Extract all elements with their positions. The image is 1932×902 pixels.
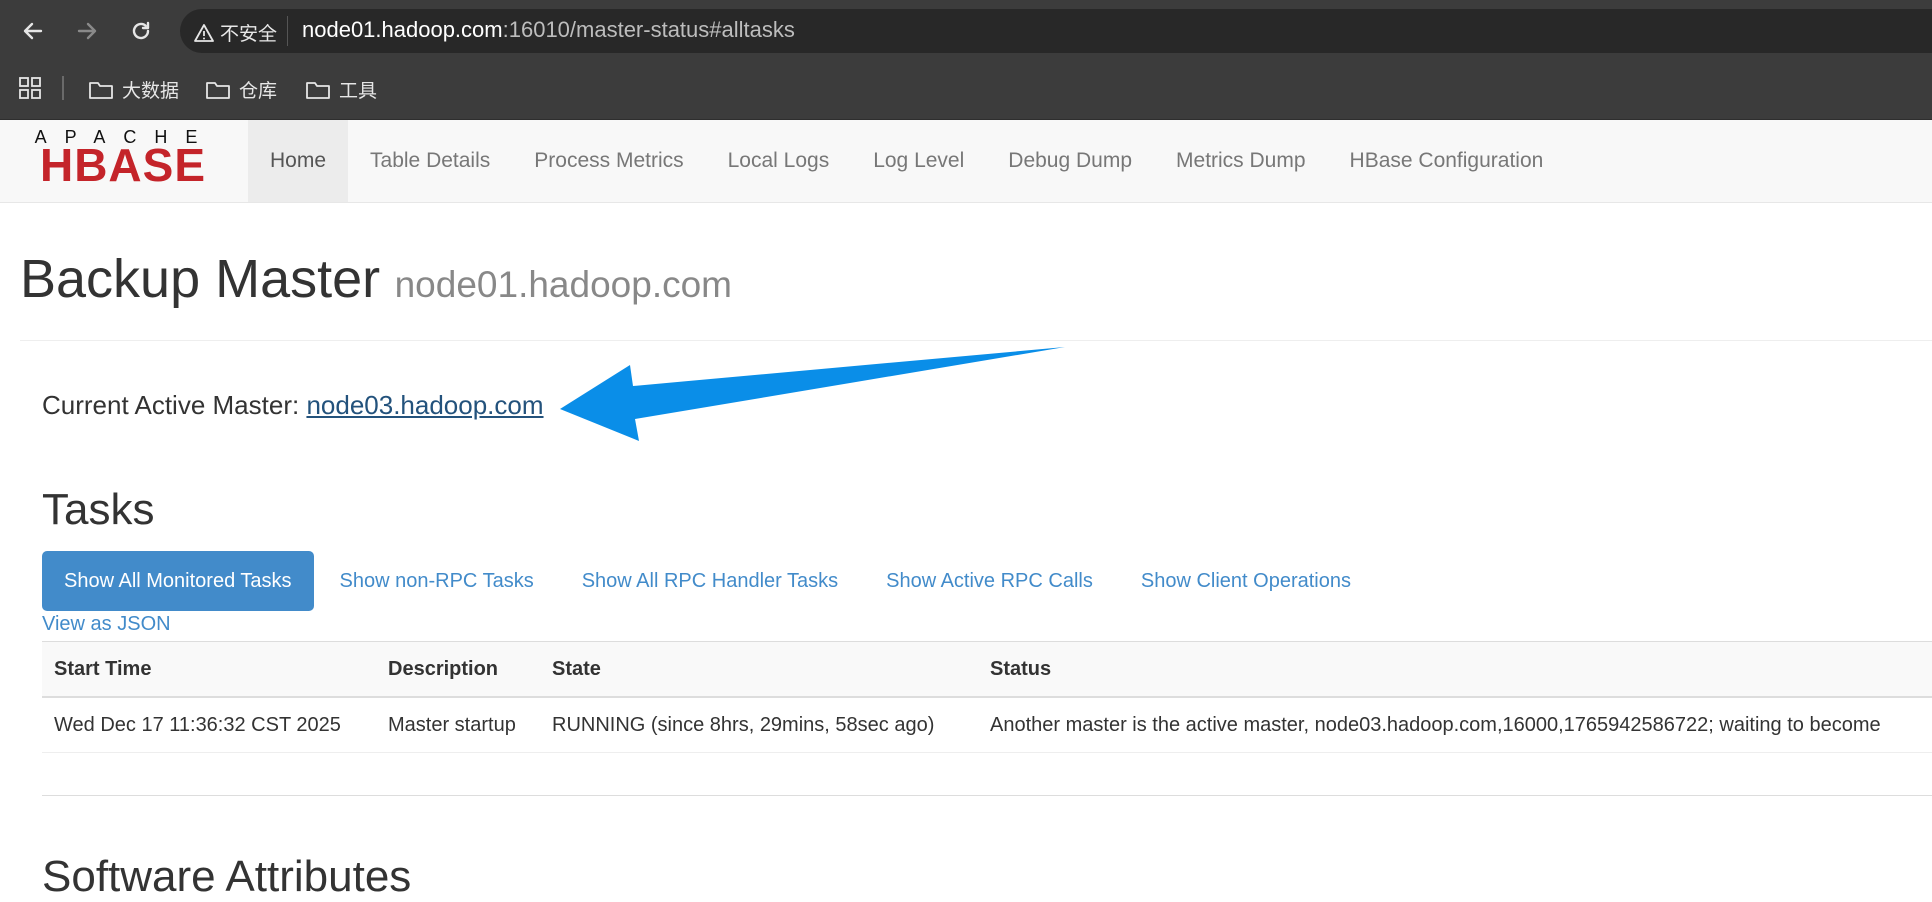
software-attributes-heading: Software Attributes (42, 852, 412, 901)
folder-icon (206, 81, 230, 99)
nav-process-metrics[interactable]: Process Metrics (512, 120, 705, 202)
tab-non-rpc-tasks[interactable]: Show non-RPC Tasks (314, 570, 558, 593)
nav-table-details[interactable]: Table Details (348, 120, 512, 202)
annotation-arrow-icon (560, 347, 1065, 441)
table-row-spacer (42, 752, 1932, 796)
table-header-row: Start Time Description State Status (42, 641, 1932, 698)
bookmarks-bar (0, 62, 1932, 120)
nav-menu: Home Table Details Process Metrics Local… (248, 120, 1565, 202)
bookmark-folder[interactable]: 仓库 (205, 76, 277, 103)
url-path: :16010/master-status#alltasks (502, 17, 795, 42)
warning-icon (194, 23, 214, 42)
arrow-right-icon (77, 22, 97, 40)
column-header: Start Time (42, 641, 376, 698)
security-indicator[interactable]: 不安全 (194, 19, 277, 46)
table-row: Wed Dec 17 11:36:32 CST 2025 Master star… (42, 697, 1932, 753)
column-header: State (540, 641, 978, 698)
apache-hbase-logo-icon: APACHE HBASE (35, 127, 206, 191)
bookmark-folder[interactable]: 工具 (305, 76, 377, 103)
nav-home[interactable]: Home (248, 120, 349, 202)
tab-all-monitored-tasks[interactable]: Show All Monitored Tasks (42, 551, 314, 611)
url-host: node01.hadoop.com (302, 17, 503, 42)
hbase-logo[interactable]: APACHE HBASE (20, 127, 230, 191)
forward-button[interactable] (70, 14, 104, 48)
tasks-table: Start Time Description State Status Wed … (42, 641, 1932, 796)
apps-button[interactable] (18, 76, 42, 105)
active-master-link[interactable]: node03.hadoop.com (306, 390, 543, 420)
tasks-filter-tabs: Show All Monitored Tasks Show non-RPC Ta… (42, 551, 1375, 611)
nav-debug-dump[interactable]: Debug Dump (986, 120, 1154, 202)
task-description: Master startup (376, 697, 540, 753)
tasks-heading: Tasks (42, 485, 155, 534)
url-text[interactable]: node01.hadoop.com:16010/master-status#al… (302, 17, 795, 43)
reload-button[interactable] (124, 14, 158, 48)
page-host: node01.hadoop.com (394, 264, 732, 305)
nav-metrics-dump[interactable]: Metrics Dump (1154, 120, 1328, 202)
bookmark-label: 大数据 (122, 81, 180, 102)
tab-rpc-handler-tasks[interactable]: Show All RPC Handler Tasks (558, 570, 862, 593)
task-state: RUNNING (since 8hrs, 29mins, 58sec ago) (540, 697, 978, 753)
address-divider (287, 16, 288, 46)
apps-grid-icon (19, 77, 41, 99)
column-header: Status (978, 641, 1932, 698)
task-start-time: Wed Dec 17 11:36:32 CST 2025 (42, 697, 376, 753)
bookmark-folder[interactable]: 大数据 (88, 76, 179, 103)
tab-active-rpc-calls[interactable]: Show Active RPC Calls (862, 570, 1117, 593)
back-button[interactable] (16, 14, 50, 48)
nav-log-level[interactable]: Log Level (851, 120, 986, 202)
task-status: Another master is the active master, nod… (978, 697, 1932, 753)
browser-toolbar: 不安全 node01.hadoop.com:16010/master-statu… (0, 0, 1932, 62)
page-title: Backup Master (20, 249, 381, 309)
active-master-line: Current Active Master: node03.hadoop.com (42, 390, 544, 421)
svg-text:HBASE: HBASE (40, 139, 206, 185)
security-label: 不安全 (220, 24, 278, 45)
folder-icon (306, 81, 330, 99)
page-header: Backup Master node01.hadoop.com (20, 248, 732, 310)
bookmarks-divider (62, 76, 64, 100)
arrow-left-icon (23, 22, 43, 40)
view-as-json-link[interactable]: View as JSON (42, 613, 171, 636)
nav-hbase-configuration[interactable]: HBase Configuration (1328, 120, 1566, 202)
bookmark-label: 工具 (339, 81, 378, 102)
column-header: Description (376, 641, 540, 698)
tab-client-operations[interactable]: Show Client Operations (1117, 570, 1375, 593)
active-master-label: Current Active Master: (42, 390, 300, 420)
nav-local-logs[interactable]: Local Logs (706, 120, 852, 202)
reload-icon (132, 21, 150, 40)
folder-icon (89, 81, 113, 99)
bookmark-label: 仓库 (239, 81, 278, 102)
